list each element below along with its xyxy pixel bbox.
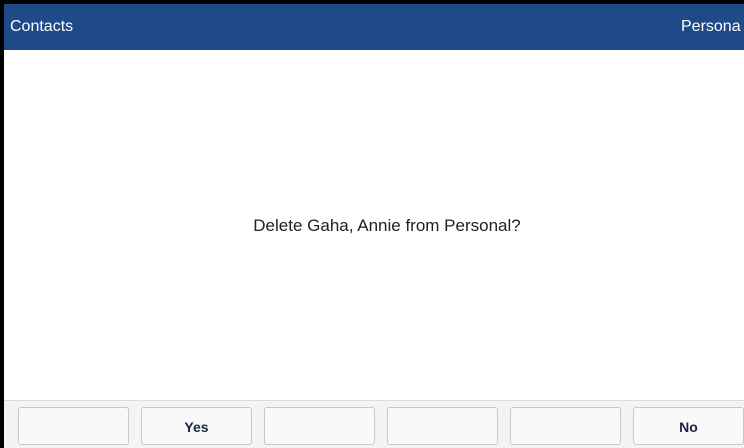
title-bar: Contacts Persona [4, 4, 744, 50]
no-button[interactable]: No [633, 407, 744, 445]
delete-confirmation-message: Delete Gaha, Annie from Personal? [253, 216, 521, 235]
dialog-area: Delete Gaha, Annie from Personal? [4, 50, 744, 400]
folder-label: Persona [681, 18, 741, 35]
phone-screen: Contacts Persona Delete Gaha, Annie from… [4, 4, 744, 448]
softkey-3[interactable] [264, 407, 375, 445]
screen-title: Contacts [10, 18, 74, 35]
softkey-bar: Yes No [4, 400, 744, 448]
softkey-4[interactable] [387, 407, 498, 445]
softkey-5[interactable] [510, 407, 621, 445]
softkey-1[interactable] [18, 407, 129, 445]
yes-button[interactable]: Yes [141, 407, 252, 445]
